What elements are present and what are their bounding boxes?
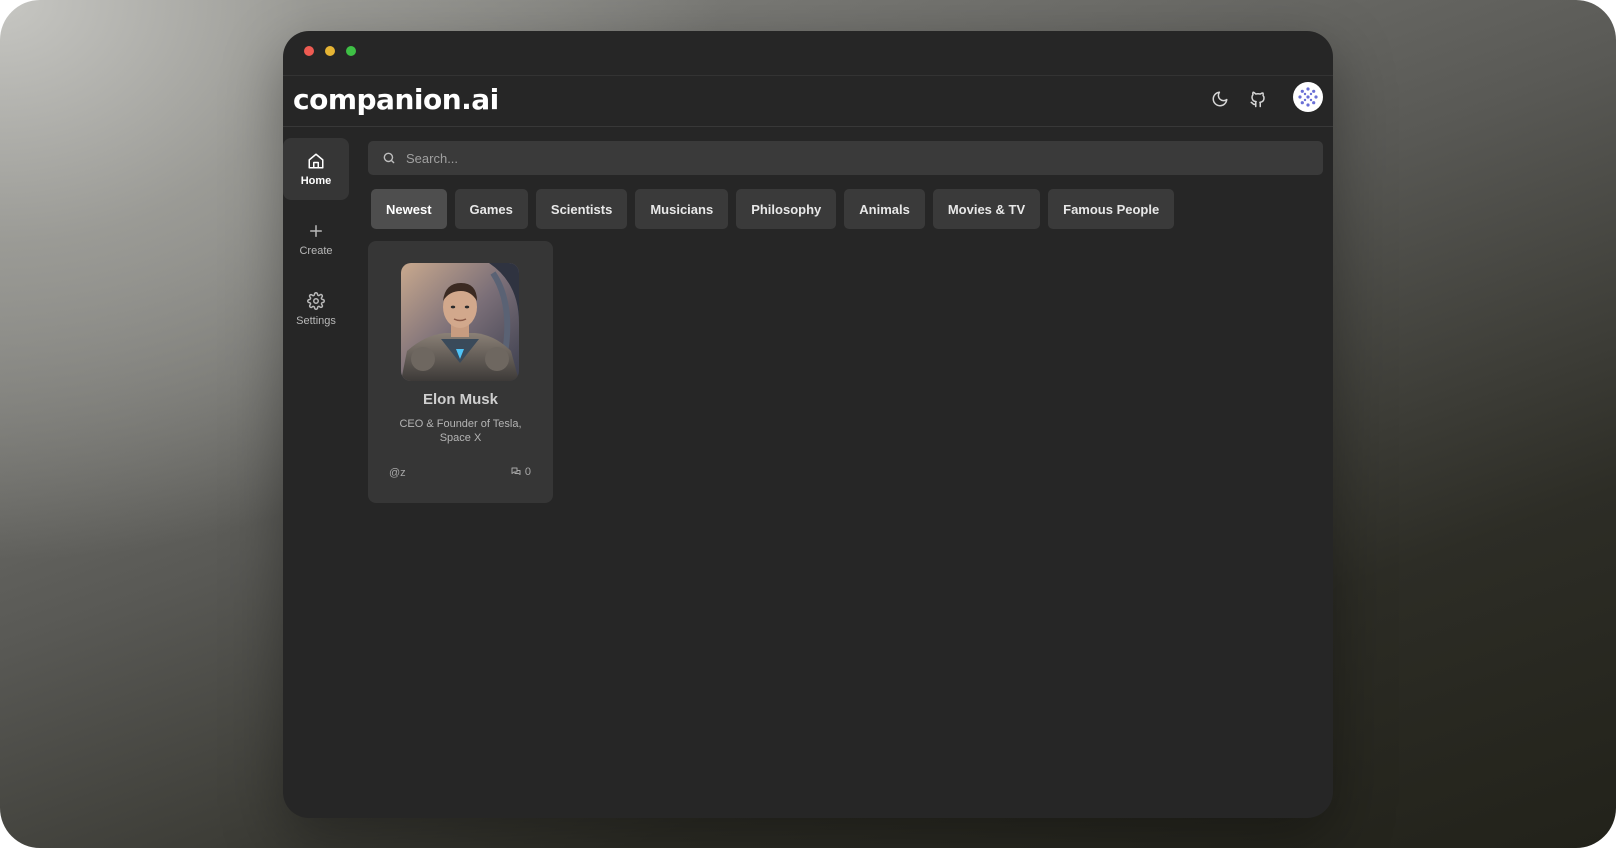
sidebar-item-home[interactable]: Home — [283, 138, 349, 200]
sidebar-item-settings[interactable]: Settings — [283, 278, 349, 340]
plus-icon — [310, 224, 322, 237]
messages-icon — [511, 467, 521, 475]
github-button[interactable] — [1245, 86, 1271, 112]
companion-description: CEO & Founder of Tesla, Space X — [399, 418, 522, 444]
sidebar-item-label: Create — [299, 244, 333, 257]
app-header: companion.ai — [283, 76, 1333, 127]
companion-name: Elon Musk — [422, 391, 498, 408]
user-avatar-icon — [1298, 87, 1318, 107]
category-chip-famous-people[interactable]: Famous People — [1048, 189, 1175, 229]
message-count: 0 — [510, 466, 531, 478]
sidebar-nav: Home Create Settings — [283, 138, 349, 348]
app-window: companion.ai Home Create Settings Search… — [283, 31, 1333, 818]
category-chip-games[interactable]: Games — [454, 189, 528, 229]
category-chip-animals[interactable]: Animals — [844, 189, 925, 229]
category-chip-scientists[interactable]: Scientists — [535, 189, 628, 229]
home-icon — [308, 153, 324, 168]
window-titlebar — [283, 31, 1333, 76]
user-avatar[interactable] — [1293, 82, 1323, 112]
category-chip-newest[interactable]: Newest — [371, 189, 447, 229]
moon-icon — [1212, 91, 1228, 107]
companion-avatar-image — [401, 263, 519, 381]
sidebar-item-create[interactable]: Create — [283, 208, 349, 270]
search-bar[interactable] — [368, 141, 1323, 175]
companion-card[interactable]: Elon Musk CEO & Founder of Tesla, Space … — [368, 241, 553, 503]
search-input[interactable] — [404, 149, 1308, 167]
category-chip-movies-tv[interactable]: Movies & TV — [932, 189, 1041, 229]
message-count-value: 0 — [524, 466, 531, 478]
close-window-button[interactable] — [304, 46, 314, 56]
github-icon — [1250, 91, 1265, 108]
category-chip-philosophy[interactable]: Philosophy — [736, 189, 837, 229]
gear-icon — [307, 291, 325, 310]
category-chip-musicians[interactable]: Musicians — [635, 189, 729, 229]
maximize-window-button[interactable] — [346, 46, 356, 56]
companion-creator: @z — [389, 467, 406, 479]
category-filter-bar: Newest Games Scientists Musicians Philos… — [371, 189, 1175, 229]
theme-toggle-button[interactable] — [1207, 86, 1233, 112]
minimize-window-button[interactable] — [325, 46, 335, 56]
sidebar-item-label: Home — [300, 174, 332, 187]
search-icon — [382, 151, 396, 165]
app-logo[interactable]: companion.ai — [293, 83, 499, 116]
sidebar-item-label: Settings — [296, 314, 336, 327]
